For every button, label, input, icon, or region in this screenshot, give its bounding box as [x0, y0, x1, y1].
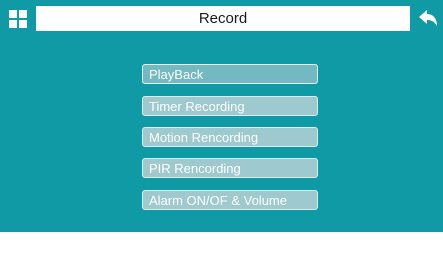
menu-item-timer-recording[interactable]: Timer Recording	[142, 96, 318, 116]
back-arrow-icon	[419, 9, 437, 26]
menu-item-label: Motion Rencording	[149, 129, 259, 145]
menu-item-label: PIR Rencording	[149, 160, 241, 176]
record-screen: Record PlayBack Timer Recording Motion R…	[0, 0, 443, 232]
menu-item-label: Timer Recording	[149, 98, 245, 114]
menu-item-label: Alarm ON/OF & Volume	[149, 192, 287, 208]
menu-item-motion-recording[interactable]: Motion Rencording	[142, 127, 318, 147]
menu-item-alarm-volume[interactable]: Alarm ON/OF & Volume	[142, 190, 318, 210]
home-menu-button[interactable]	[3, 6, 32, 31]
title-strip: Record	[36, 6, 410, 31]
bottom-panel	[0, 232, 443, 264]
page-title: Record	[198, 10, 248, 27]
grid-icon	[8, 9, 27, 28]
menu-item-pir-recording[interactable]: PIR Rencording	[142, 158, 318, 178]
back-button[interactable]	[413, 6, 443, 31]
title-bar: Record	[0, 0, 443, 37]
menu-item-label: PlayBack	[149, 66, 204, 82]
menu-item-playback[interactable]: PlayBack	[142, 64, 318, 84]
